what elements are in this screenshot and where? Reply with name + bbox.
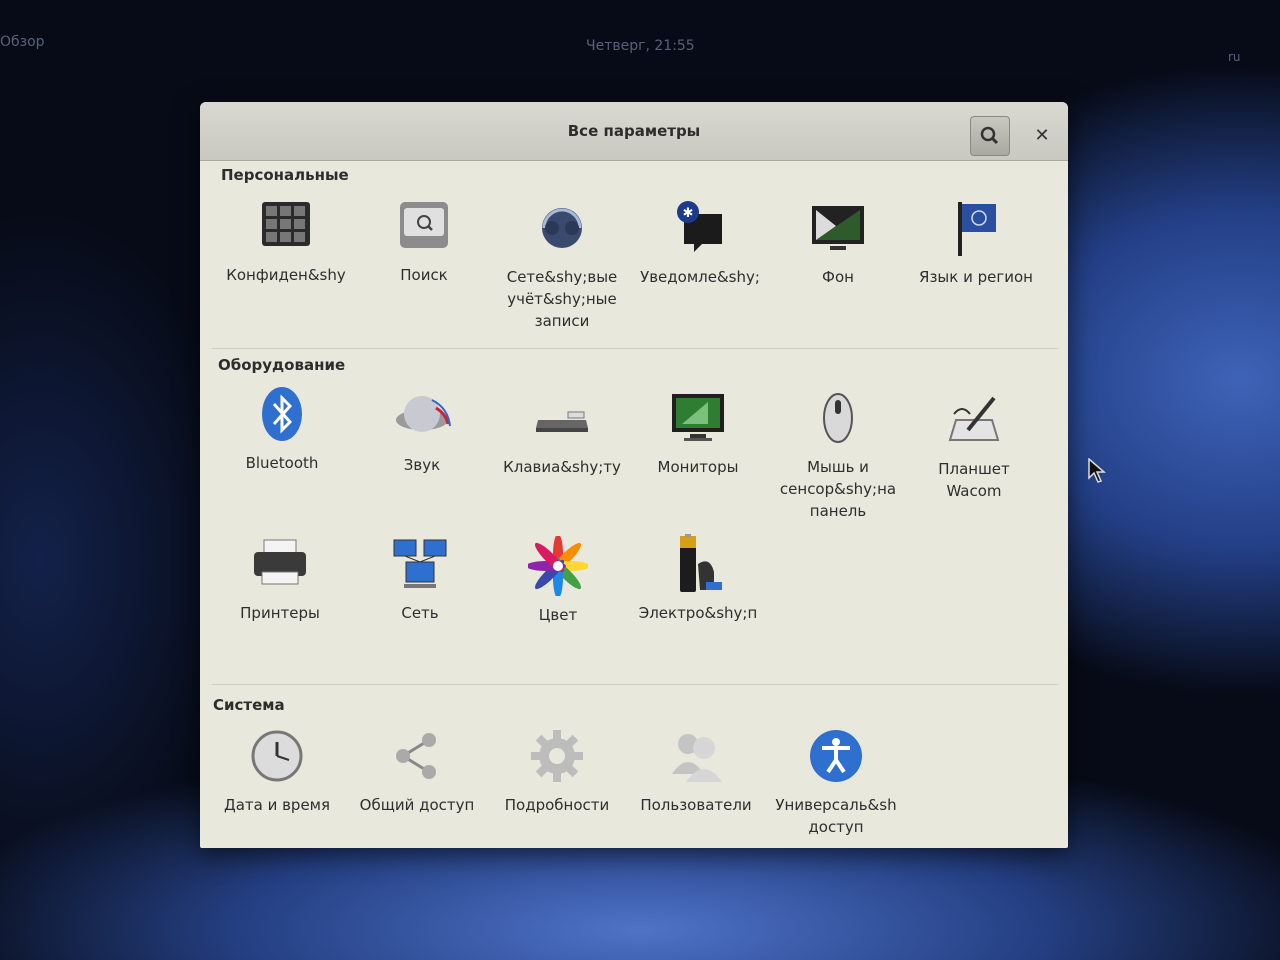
panel-wacom-tablet[interactable]: Планшет Wacom: [906, 390, 1042, 502]
panel-label: Сеть: [401, 604, 439, 622]
panel-search[interactable]: Поиск: [356, 196, 492, 286]
panel-universal-access[interactable]: Универсаль&sh доступ: [768, 726, 904, 838]
section-title-hardware: Оборудование: [218, 356, 346, 374]
section-separator: [212, 684, 1058, 685]
panel-label: Пользователи: [640, 796, 752, 814]
panel-label: Мышь и сенсор&shy;на панель: [779, 458, 897, 520]
svg-text:✱: ✱: [683, 206, 694, 221]
panel-label: Общий доступ: [359, 796, 475, 814]
panel-power[interactable]: Электро&shy;п: [630, 534, 766, 624]
section-title-system: Система: [213, 696, 285, 714]
panel-label: Планшет Wacom: [938, 460, 1010, 500]
bluetooth-icon: [262, 387, 302, 441]
settings-window: Все параметры ✕ Персональные Конфиден&sh…: [200, 102, 1068, 848]
panel-sound[interactable]: Звук: [354, 386, 490, 476]
panel-privacy[interactable]: Конфиден&shy: [218, 196, 354, 286]
panel-label: Электро&shy;п: [638, 604, 758, 622]
panel-keyboard[interactable]: Клавиа&shy;ту: [494, 388, 630, 478]
gear-icon: [531, 730, 583, 782]
section-title-personal: Персональные: [221, 166, 349, 184]
panel-label: Цвет: [538, 606, 578, 624]
clock-icon: [251, 730, 303, 782]
panel-label: Принтеры: [240, 604, 320, 622]
accessibility-icon: [810, 730, 862, 782]
search-panel-icon: [400, 202, 448, 248]
system-menu[interactable]: ru: [1228, 50, 1241, 64]
section-separator: [212, 348, 1058, 349]
panel-printers[interactable]: Принтеры: [212, 534, 348, 624]
tablet-icon: [948, 396, 1000, 441]
panel-label: Дата и время: [223, 796, 331, 814]
search-button[interactable]: [970, 116, 1010, 156]
panel-region-language[interactable]: Язык и регион: [908, 198, 1044, 288]
color-icon: [526, 534, 590, 598]
panel-displays[interactable]: Мониторы: [630, 388, 766, 478]
close-icon: ✕: [1034, 125, 1050, 146]
panel-label: Bluetooth: [245, 454, 319, 472]
panel-label: Поиск: [400, 266, 448, 284]
users-icon: [672, 734, 722, 782]
panel-label: Подробности: [504, 796, 610, 814]
panel-mouse-touchpad[interactable]: Мышь и сенсор&shy;на панель: [770, 388, 906, 522]
panel-online-accounts[interactable]: Сете&shy;вые учёт&shy;ные записи: [494, 198, 630, 332]
printer-icon: [254, 539, 306, 585]
panel-label: Язык и регион: [919, 268, 1033, 286]
share-icon: [396, 733, 436, 779]
panel-background[interactable]: Фон: [770, 198, 906, 288]
panel-notifications[interactable]: ✱ Уведомле&shy;: [632, 198, 768, 288]
monitor-icon: [672, 394, 724, 441]
panel-label: Клавиа&shy;ту: [503, 458, 621, 476]
mouse-icon: [823, 393, 853, 443]
panel-label: Универсаль&sh доступ: [775, 796, 897, 836]
panel-color[interactable]: Цвет: [490, 534, 626, 626]
panel-label: Сете&shy;вые учёт&shy;ные записи: [506, 268, 618, 330]
activities-button[interactable]: Обзор: [0, 34, 45, 50]
panel-label: Фон: [822, 268, 854, 286]
privacy-icon: [262, 202, 310, 246]
panel-label: Уведомле&shy;: [640, 268, 760, 286]
sound-icon: [396, 396, 451, 432]
flag-icon: [958, 202, 996, 256]
panel-label: Звук: [403, 456, 441, 474]
top-bar: Обзор Четверг, 21:55 ru: [0, 0, 1280, 90]
panel-label: Конфиден&shy: [226, 266, 346, 284]
mouse-pointer-icon: [1088, 458, 1106, 483]
search-icon: [980, 126, 999, 145]
panel-sharing[interactable]: Общий доступ: [349, 726, 485, 816]
panel-details[interactable]: Подробности: [489, 726, 625, 816]
close-button[interactable]: ✕: [1028, 122, 1056, 150]
background-icon: [812, 206, 864, 250]
panel-bluetooth[interactable]: Bluetooth: [214, 384, 350, 474]
panel-network[interactable]: Сеть: [352, 534, 488, 624]
battery-plug-icon: [680, 534, 722, 592]
window-title: Все параметры: [567, 122, 701, 140]
panel-users[interactable]: Пользователи: [628, 726, 764, 816]
network-icon: [393, 539, 447, 588]
keyboard-icon: [536, 411, 588, 432]
panel-label: Мониторы: [657, 458, 739, 476]
header-bar: Все параметры ✕: [200, 102, 1068, 161]
clock[interactable]: Четверг, 21:55: [586, 38, 695, 54]
online-accounts-icon: [542, 208, 582, 248]
notifications-icon: ✱: [677, 201, 722, 252]
panel-date-time[interactable]: Дата и время: [209, 726, 345, 816]
